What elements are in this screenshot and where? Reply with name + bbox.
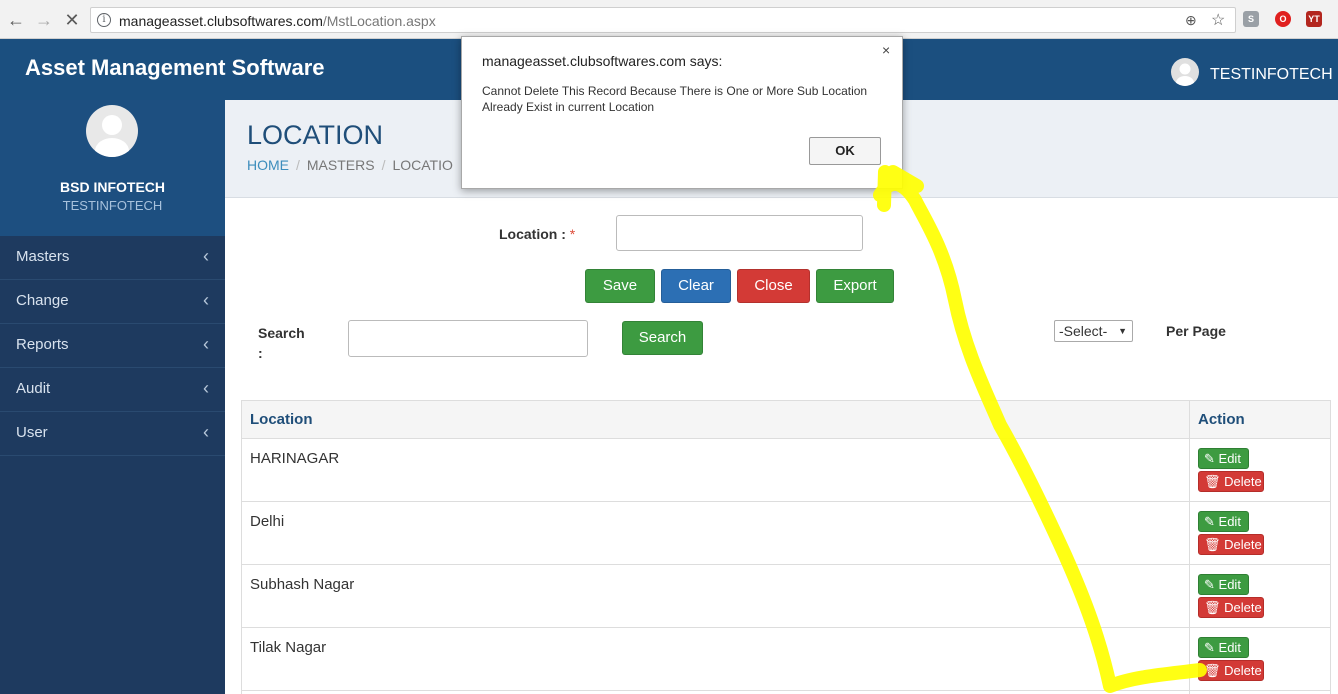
dialog-title: manageasset.clubsoftwares.com says: [482, 53, 723, 69]
column-header-action: Action [1198, 411, 1245, 428]
app-brand[interactable]: Asset Management Software [25, 55, 325, 81]
location-table: Location Action HARINAGAR ✎ Edit 🗑 Delet… [241, 400, 1331, 694]
url-text: manageasset.clubsoftwares.com/MstLocatio… [119, 13, 436, 29]
sidebar-item-label: Reports [16, 336, 69, 353]
stop-loading-icon[interactable]: ✕ [62, 10, 82, 30]
table-row: HARINAGAR ✎ Edit 🗑 Delete [242, 439, 1330, 502]
per-page-label: Per Page [1166, 323, 1226, 339]
user-panel: BSD INFOTECH TESTINFOTECH [0, 100, 225, 236]
trash-icon: 🗑 [1204, 663, 1221, 678]
trash-icon: 🗑 [1204, 537, 1221, 552]
breadcrumb: HOME / MASTERS / LOCATIO [247, 157, 453, 173]
opera-extension-icon[interactable]: O [1275, 11, 1291, 27]
table-row: Tilak Nagar ✎ Edit 🗑 Delete [242, 628, 1330, 691]
dropdown-arrow-icon: ▼ [1118, 326, 1127, 336]
sidebar-item-masters[interactable]: Masters ‹ [0, 236, 225, 280]
sidebar: BSD INFOTECH TESTINFOTECH Masters ‹ Chan… [0, 100, 225, 694]
youtube-extension-icon[interactable]: YT [1306, 11, 1322, 27]
sidebar-item-change[interactable]: Change ‹ [0, 280, 225, 324]
sidebar-item-label: Audit [16, 380, 51, 397]
location-cell: Subhash Nagar [250, 576, 355, 593]
sidebar-item-audit[interactable]: Audit ‹ [0, 368, 225, 412]
location-cell: Delhi [250, 513, 285, 530]
alert-dialog: manageasset.clubsoftwares.com says: × Ca… [461, 36, 903, 189]
location-label: Location : * [499, 226, 576, 242]
sidebar-item-reports[interactable]: Reports ‹ [0, 324, 225, 368]
breadcrumb-masters[interactable]: MASTERS [307, 157, 375, 173]
dialog-message: Cannot Delete This Record Because There … [482, 84, 868, 114]
zoom-icon[interactable]: ⊕ [1185, 12, 1197, 29]
close-button[interactable]: Close [737, 269, 810, 303]
chevron-left-icon: ‹ [203, 334, 209, 354]
location-cell: Tilak Nagar [250, 639, 327, 656]
search-button[interactable]: Search [622, 321, 703, 355]
breadcrumb-home[interactable]: HOME [247, 157, 289, 173]
sidebar-user-name: TESTINFOTECH [62, 198, 163, 213]
pencil-icon: ✎ [1204, 577, 1215, 592]
search-label: Search: [258, 325, 305, 361]
info-icon[interactable]: i [97, 13, 111, 27]
edit-button[interactable]: ✎ Edit [1198, 448, 1249, 469]
user-avatar [1171, 58, 1199, 86]
sidebar-item-user[interactable]: User ‹ [0, 412, 225, 456]
location-cell: HARINAGAR [250, 450, 340, 467]
trash-icon: 🗑 [1204, 474, 1221, 489]
sidebar-item-label: Masters [16, 248, 70, 265]
edit-button[interactable]: ✎ Edit [1198, 637, 1249, 658]
chevron-left-icon: ‹ [203, 378, 209, 398]
save-button[interactable]: Save [585, 269, 655, 303]
back-icon[interactable]: ← [6, 10, 26, 30]
company-name: BSD INFOTECH [60, 179, 165, 195]
page-size-select[interactable]: -Select- ▼ [1054, 320, 1133, 342]
browser-toolbar: ← → ✕ i manageasset.clubsoftwares.com/Ms… [0, 0, 1338, 39]
edit-button[interactable]: ✎ Edit [1198, 574, 1249, 595]
search-input[interactable] [348, 320, 588, 357]
chevron-left-icon: ‹ [203, 246, 209, 266]
skype-extension-icon[interactable]: S [1243, 11, 1259, 27]
chevron-left-icon: ‹ [203, 290, 209, 310]
breadcrumb-location: LOCATIO [392, 157, 453, 173]
sidebar-item-label: Change [16, 292, 69, 309]
ok-button[interactable]: OK [809, 137, 881, 165]
address-bar[interactable]: i manageasset.clubsoftwares.com/MstLocat… [90, 7, 1236, 33]
delete-button[interactable]: 🗑 Delete [1198, 660, 1264, 681]
pencil-icon: ✎ [1204, 451, 1215, 466]
avatar [86, 105, 138, 157]
delete-button[interactable]: 🗑 Delete [1198, 471, 1264, 492]
delete-button[interactable]: 🗑 Delete [1198, 534, 1264, 555]
delete-button[interactable]: 🗑 Delete [1198, 597, 1264, 618]
sidebar-item-label: User [16, 424, 48, 441]
chevron-left-icon: ‹ [203, 422, 209, 442]
column-divider [1189, 401, 1190, 694]
clear-button[interactable]: Clear [661, 269, 731, 303]
forward-icon[interactable]: → [34, 10, 54, 30]
edit-button[interactable]: ✎ Edit [1198, 511, 1249, 532]
close-icon[interactable]: × [882, 42, 890, 58]
export-button[interactable]: Export [816, 269, 894, 303]
required-mark: * [569, 226, 576, 242]
table-header: Location Action [242, 401, 1330, 439]
trash-icon: 🗑 [1204, 600, 1221, 615]
user-name: TESTINFOTECH ⌄ [1210, 64, 1338, 84]
pencil-icon: ✎ [1204, 640, 1215, 655]
column-header-location[interactable]: Location [250, 411, 313, 428]
location-input[interactable] [616, 215, 863, 251]
page-title: LOCATION [247, 120, 384, 150]
table-row: Delhi ✎ Edit 🗑 Delete [242, 502, 1330, 565]
table-row: Subhash Nagar ✎ Edit 🗑 Delete [242, 565, 1330, 628]
bookmark-star-icon[interactable]: ☆ [1211, 10, 1225, 30]
pencil-icon: ✎ [1204, 514, 1215, 529]
